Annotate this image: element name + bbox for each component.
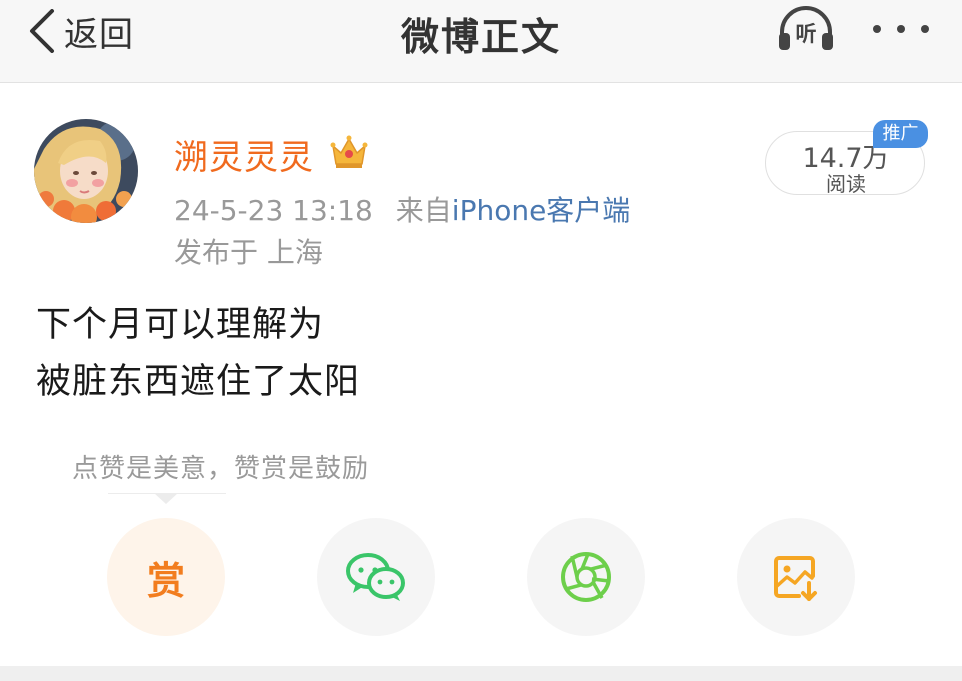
reward-button[interactable]: 赏 (107, 518, 225, 636)
listen-label: 听 (796, 22, 817, 46)
listen-button[interactable]: 听 (774, 4, 838, 56)
source-prefix: 来自 (395, 194, 452, 227)
wechat-icon (346, 553, 405, 601)
post-text-line: 被脏东西遮住了太阳 (36, 362, 361, 402)
share-moments-button[interactable] (527, 518, 645, 636)
more-dots-icon (873, 25, 929, 33)
avatar-illustration (34, 119, 138, 223)
post-meta: 24-5-23 13:18 来自iPhone客户端 (174, 189, 630, 229)
post-timestamp: 24-5-23 13:18 (174, 194, 373, 227)
headphones-icon: 听 (779, 6, 833, 50)
moments-shutter-icon (561, 552, 611, 602)
share-wechat-button[interactable] (317, 518, 435, 636)
crown-icon (330, 135, 368, 168)
save-image-icon (774, 556, 817, 601)
post-source-link[interactable]: iPhone客户端 (452, 194, 631, 227)
bottom-divider (0, 666, 962, 681)
reward-label: 赏 (146, 558, 185, 603)
username[interactable]: 溯灵灵灵 (174, 130, 314, 179)
user-avatar[interactable] (34, 119, 138, 223)
save-image-button[interactable] (737, 518, 855, 636)
post-text-line: 下个月可以理解为 (36, 305, 325, 345)
post-text: 下个月可以理解为 被脏东西遮住了太阳 (36, 297, 360, 411)
reward-tip: 点赞是美意，赞赏是鼓励 (72, 454, 370, 484)
post-location: 发布于 上海 (174, 236, 323, 269)
top-navigation-bar: 返回 微博正文 听 (0, 0, 962, 83)
more-options-button[interactable] (868, 14, 934, 44)
read-label: 阅读 (826, 172, 866, 196)
promo-tag[interactable]: 推广 (873, 120, 928, 148)
tip-pointer (154, 493, 178, 504)
